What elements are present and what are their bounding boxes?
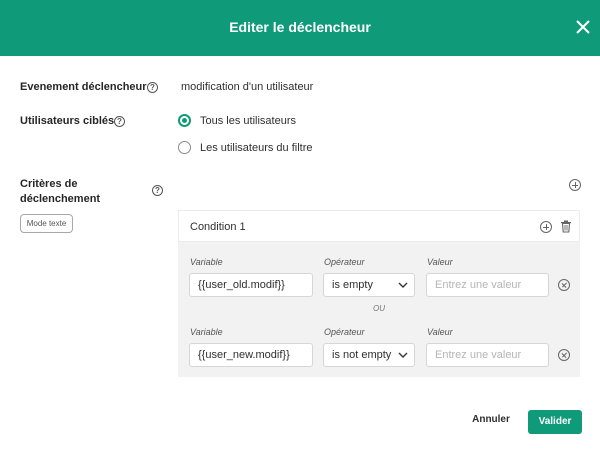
radio-all-users-label[interactable]: Tous les utilisateurs xyxy=(200,115,296,127)
operator-select[interactable]: is not empty xyxy=(323,343,415,367)
operator-select[interactable]: is empty xyxy=(323,273,415,297)
event-value: modification d'un utilisateur xyxy=(181,81,314,93)
submit-button[interactable]: Valider xyxy=(528,410,582,434)
or-separator: OU xyxy=(373,304,385,313)
criteria-label-line1: Critères de xyxy=(20,178,78,190)
variable-input[interactable]: {{user_old.modif}} xyxy=(189,273,313,297)
condition-header: Condition 1 xyxy=(178,210,580,242)
variable-label: Variable xyxy=(190,257,223,267)
operator-label: Opérateur xyxy=(324,257,365,267)
trash-icon[interactable] xyxy=(560,220,572,233)
targets-label: Utilisateurs ciblés xyxy=(20,115,115,127)
mode-text-button[interactable]: Mode texte xyxy=(20,214,73,233)
operator-label: Opérateur xyxy=(324,327,365,337)
remove-rule-icon[interactable] xyxy=(558,279,570,291)
close-icon[interactable] xyxy=(574,18,592,36)
help-icon[interactable]: ? xyxy=(114,116,125,127)
chevron-down-icon xyxy=(398,352,408,358)
add-rule-icon[interactable] xyxy=(540,221,552,233)
radio-filter-users[interactable] xyxy=(178,141,191,154)
radio-all-users[interactable] xyxy=(178,114,191,127)
dialog-header: Editer le déclencheur xyxy=(0,0,600,56)
add-condition-icon[interactable] xyxy=(569,179,581,191)
operator-select-value: is not empty xyxy=(332,349,392,361)
chevron-down-icon xyxy=(398,282,408,288)
value-input[interactable]: Entrez une valeur xyxy=(426,273,549,297)
value-label: Valeur xyxy=(427,257,453,267)
event-label: Evenement déclencheur xyxy=(20,81,147,93)
value-label: Valeur xyxy=(427,327,453,337)
help-icon[interactable]: ? xyxy=(152,185,163,196)
cancel-button[interactable]: Annuler xyxy=(468,414,514,430)
dialog-title: Editer le déclencheur xyxy=(229,19,371,35)
operator-select-value: is empty xyxy=(332,279,373,291)
variable-label: Variable xyxy=(190,327,223,337)
variable-input[interactable]: {{user_new.modif}} xyxy=(189,343,313,367)
criteria-label-line2: déclenchement xyxy=(20,193,101,205)
help-icon[interactable]: ? xyxy=(147,82,158,93)
radio-filter-users-label[interactable]: Les utilisateurs du filtre xyxy=(200,142,313,154)
condition-title: Condition 1 xyxy=(190,221,246,233)
value-input[interactable]: Entrez une valeur xyxy=(426,343,549,367)
remove-rule-icon[interactable] xyxy=(558,349,570,361)
